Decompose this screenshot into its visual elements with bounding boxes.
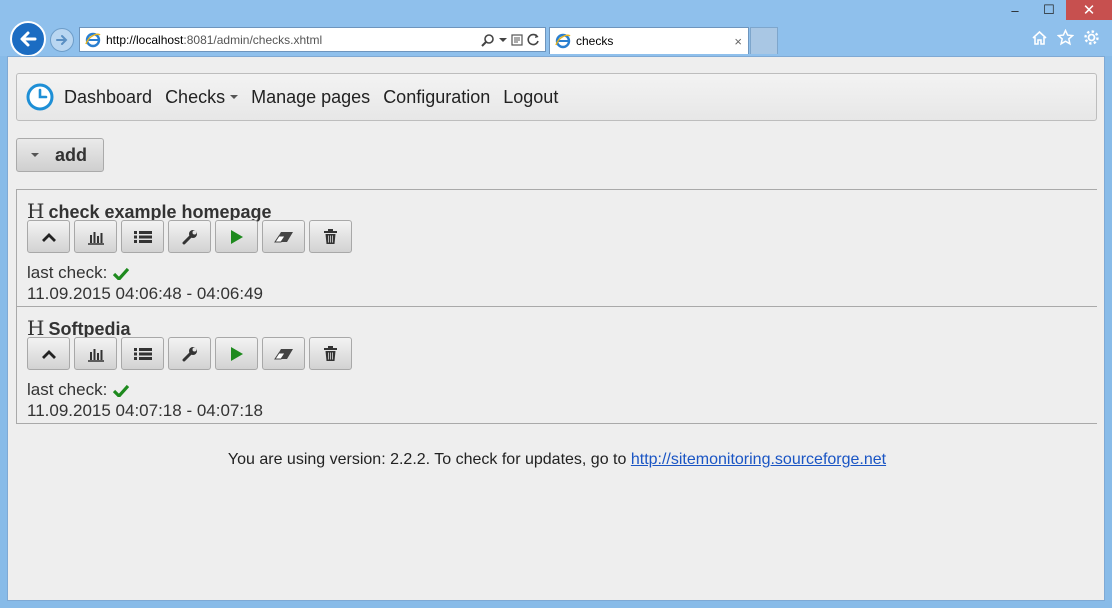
close-button[interactable]: ✕ — [1066, 0, 1112, 20]
check-icon — [113, 384, 130, 397]
collapse-button[interactable] — [27, 220, 70, 253]
tab-title: checks — [576, 34, 614, 48]
back-button[interactable] — [10, 21, 46, 57]
trash-icon — [324, 229, 337, 244]
list-icon — [133, 230, 152, 243]
browser-chrome: – ☐ ✕ http://localhost:8081/admin/checks… — [0, 0, 1112, 57]
list-button[interactable] — [121, 337, 164, 370]
caret-down-icon — [230, 95, 239, 99]
clock-icon[interactable] — [26, 83, 54, 111]
eraser-icon — [273, 231, 293, 242]
last-check-time: 11.09.2015 04:07:18 - 04:07:18 — [27, 401, 263, 420]
chevron-up-icon — [41, 232, 56, 242]
url-text[interactable]: http://localhost:8081/admin/checks.xhtml — [106, 33, 481, 47]
check-toolbar — [27, 220, 352, 253]
page-viewport: Dashboard Checks Manage pages Configurat… — [7, 56, 1105, 601]
url-path: :8081/admin/checks.xhtml — [183, 32, 323, 47]
maximize-button[interactable]: ☐ — [1032, 0, 1066, 20]
version-footer: You are using version: 2.2.2. To check f… — [8, 451, 1106, 469]
compat-view-icon[interactable] — [511, 33, 523, 46]
nav-dashboard[interactable]: Dashboard — [64, 87, 152, 108]
address-bar[interactable]: http://localhost:8081/admin/checks.xhtml — [79, 27, 546, 52]
play-icon — [230, 346, 243, 361]
sourceforge-link[interactable]: http://sitemonitoring.sourceforge.net — [631, 451, 886, 468]
nav-logout[interactable]: Logout — [503, 87, 558, 108]
chart-icon — [87, 231, 104, 245]
tab-close-icon[interactable]: × — [734, 34, 748, 49]
add-button[interactable]: add — [16, 138, 104, 172]
check-item: H Softpedia last check: 11.09.2015 04:07… — [17, 307, 1097, 424]
last-check-label: last check: — [27, 380, 108, 399]
settings-button[interactable] — [168, 220, 211, 253]
back-icon — [20, 31, 37, 47]
settings-button[interactable] — [168, 337, 211, 370]
play-icon — [230, 229, 243, 244]
last-check-time: 11.09.2015 04:06:48 - 04:06:49 — [27, 284, 263, 303]
chart-button[interactable] — [74, 337, 117, 370]
eraser-icon — [273, 348, 293, 359]
check-toolbar — [27, 337, 352, 370]
delete-button[interactable] — [309, 337, 352, 370]
wrench-icon — [182, 346, 197, 361]
last-check-label: last check: — [27, 263, 108, 282]
nav-checks-label: Checks — [165, 86, 226, 107]
chart-button[interactable] — [74, 220, 117, 253]
nav-checks[interactable]: Checks — [165, 86, 239, 108]
nav-manage-pages[interactable]: Manage pages — [251, 87, 370, 108]
caret-down-icon — [31, 153, 39, 157]
wrench-icon — [182, 229, 197, 244]
version-text: You are using version: 2.2.2. To check f… — [227, 451, 631, 468]
window-controls: – ☐ ✕ — [998, 0, 1112, 22]
trash-icon — [324, 346, 337, 361]
minimize-button[interactable]: – — [998, 0, 1032, 20]
top-navbar: Dashboard Checks Manage pages Configurat… — [16, 73, 1097, 121]
delete-button[interactable] — [309, 220, 352, 253]
home-icon[interactable] — [1030, 28, 1048, 46]
forward-icon — [56, 35, 68, 45]
ie-icon — [555, 33, 571, 49]
checks-list: H check example homepage last check: 11.… — [16, 189, 1097, 424]
ie-icon — [85, 32, 101, 47]
url-host: http://localhost — [106, 32, 184, 47]
refresh-icon[interactable] — [527, 33, 540, 46]
dropdown-arrow-icon[interactable] — [499, 36, 507, 44]
search-icon[interactable] — [481, 33, 495, 47]
list-button[interactable] — [121, 220, 164, 253]
run-button[interactable] — [215, 220, 258, 253]
nav-configuration[interactable]: Configuration — [383, 87, 490, 108]
new-tab-button[interactable] — [750, 27, 778, 54]
chevron-up-icon — [41, 349, 56, 359]
star-icon[interactable] — [1056, 28, 1074, 46]
tab-checks[interactable]: checks × — [549, 27, 749, 54]
check-icon — [113, 267, 130, 280]
collapse-button[interactable] — [27, 337, 70, 370]
gear-icon[interactable] — [1082, 28, 1100, 46]
run-button[interactable] — [215, 337, 258, 370]
list-icon — [133, 347, 152, 360]
chart-icon — [87, 348, 104, 362]
check-item: H check example homepage last check: 11.… — [17, 190, 1097, 307]
clear-button[interactable] — [262, 337, 305, 370]
add-button-label: add — [55, 144, 88, 165]
clear-button[interactable] — [262, 220, 305, 253]
forward-button[interactable] — [50, 28, 74, 52]
